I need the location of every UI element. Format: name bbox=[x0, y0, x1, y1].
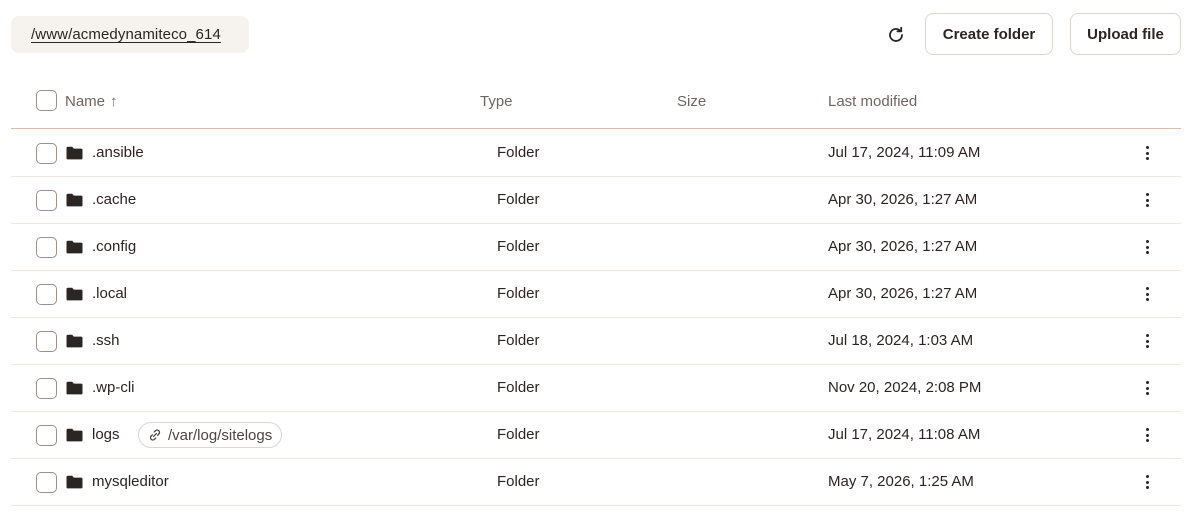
row-checkbox[interactable] bbox=[36, 331, 57, 352]
folder-icon bbox=[66, 334, 83, 348]
folder-icon bbox=[66, 240, 83, 254]
folder-icon bbox=[66, 475, 83, 489]
file-modified: Jul 17, 2024, 11:08 AM bbox=[828, 426, 981, 443]
column-header-last-modified: Last modified bbox=[828, 93, 918, 110]
row-menu-button[interactable] bbox=[1137, 282, 1157, 306]
row-checkbox[interactable] bbox=[36, 284, 57, 305]
column-header-type: Type bbox=[480, 93, 513, 110]
table-row[interactable]: logs /var/log/sitelogs Folder Jul 17, 20… bbox=[11, 412, 1181, 459]
breadcrumb-path-link[interactable]: /www/acmedynamiteco_614 bbox=[31, 26, 221, 43]
table-row[interactable]: .config Folder Apr 30, 2026, 1:27 AM bbox=[11, 224, 1181, 271]
file-name[interactable]: mysqleditor bbox=[92, 473, 169, 490]
more-vertical-icon bbox=[1145, 287, 1149, 290]
file-type: Folder bbox=[497, 238, 540, 255]
table-row[interactable]: mysqleditor Folder May 7, 2026, 1:25 AM bbox=[11, 459, 1181, 506]
file-modified: Apr 30, 2026, 1:27 AM bbox=[828, 238, 978, 255]
row-menu-button[interactable] bbox=[1137, 470, 1157, 494]
refresh-icon bbox=[889, 26, 903, 42]
row-checkbox[interactable] bbox=[36, 472, 57, 493]
file-type: Folder bbox=[497, 379, 540, 396]
more-vertical-icon bbox=[1145, 381, 1149, 384]
link-icon bbox=[149, 429, 161, 441]
file-type: Folder bbox=[497, 144, 540, 161]
breadcrumb: /www/acmedynamiteco_614 bbox=[11, 16, 249, 53]
row-checkbox[interactable] bbox=[36, 237, 57, 258]
table-row[interactable]: .ssh Folder Jul 18, 2024, 1:03 AM bbox=[11, 318, 1181, 365]
sort-arrow-up-icon: ↑ bbox=[110, 93, 118, 110]
file-modified: May 7, 2026, 1:25 AM bbox=[828, 473, 974, 490]
file-type: Folder bbox=[497, 191, 540, 208]
symlink-badge[interactable]: /var/log/sitelogs bbox=[138, 422, 283, 448]
row-menu-button[interactable] bbox=[1137, 188, 1157, 212]
row-checkbox[interactable] bbox=[36, 143, 57, 164]
column-header-name-label: Name bbox=[65, 93, 106, 110]
file-name[interactable]: .wp-cli bbox=[92, 379, 135, 396]
file-name[interactable]: .ssh bbox=[92, 332, 120, 349]
row-checkbox[interactable] bbox=[36, 425, 57, 446]
table-row[interactable]: .local Folder Apr 30, 2026, 1:27 AM bbox=[11, 271, 1181, 318]
symlink-target: /var/log/sitelogs bbox=[168, 426, 273, 444]
file-modified: Apr 30, 2026, 1:27 AM bbox=[828, 191, 978, 208]
file-modified: Jul 17, 2024, 11:09 AM bbox=[828, 144, 981, 161]
more-vertical-icon bbox=[1145, 193, 1149, 196]
folder-icon bbox=[66, 381, 83, 395]
row-menu-button[interactable] bbox=[1137, 235, 1157, 259]
more-vertical-icon bbox=[1145, 334, 1149, 337]
folder-icon bbox=[66, 428, 83, 442]
file-name[interactable]: .cache bbox=[92, 191, 136, 208]
folder-icon bbox=[66, 146, 83, 160]
upload-file-button[interactable]: Upload file bbox=[1070, 13, 1181, 55]
file-type: Folder bbox=[497, 473, 540, 490]
more-vertical-icon bbox=[1145, 475, 1149, 478]
file-modified: Apr 30, 2026, 1:27 AM bbox=[828, 285, 978, 302]
column-header-size: Size bbox=[677, 93, 707, 110]
more-vertical-icon bbox=[1145, 428, 1149, 431]
file-modified: Nov 20, 2024, 2:08 PM bbox=[828, 379, 982, 396]
file-list: .ansible Folder Jul 17, 2024, 11:09 AM .… bbox=[11, 130, 1181, 506]
select-all-checkbox[interactable] bbox=[36, 90, 57, 111]
file-name[interactable]: logs bbox=[92, 426, 120, 443]
row-menu-button[interactable] bbox=[1137, 141, 1157, 165]
more-vertical-icon bbox=[1145, 146, 1149, 149]
file-name[interactable]: .ansible bbox=[92, 144, 144, 161]
row-checkbox[interactable] bbox=[36, 190, 57, 211]
file-modified: Jul 18, 2024, 1:03 AM bbox=[828, 332, 974, 349]
file-name[interactable]: .config bbox=[92, 238, 136, 255]
file-type: Folder bbox=[497, 332, 540, 349]
file-name[interactable]: .local bbox=[92, 285, 127, 302]
folder-icon bbox=[66, 287, 83, 301]
table-header: Name ↑ Type Size Last modified bbox=[11, 76, 1181, 129]
file-type: Folder bbox=[497, 426, 540, 443]
refresh-button[interactable] bbox=[880, 20, 912, 50]
table-row[interactable]: .wp-cli Folder Nov 20, 2024, 2:08 PM bbox=[11, 365, 1181, 412]
file-type: Folder bbox=[497, 285, 540, 302]
row-menu-button[interactable] bbox=[1137, 329, 1157, 353]
row-menu-button[interactable] bbox=[1137, 423, 1157, 447]
column-header-name[interactable]: Name ↑ bbox=[65, 93, 118, 110]
table-row[interactable]: .cache Folder Apr 30, 2026, 1:27 AM bbox=[11, 177, 1181, 224]
folder-icon bbox=[66, 193, 83, 207]
more-vertical-icon bbox=[1145, 240, 1149, 243]
table-row[interactable]: .ansible Folder Jul 17, 2024, 11:09 AM bbox=[11, 130, 1181, 177]
row-checkbox[interactable] bbox=[36, 378, 57, 399]
row-menu-button[interactable] bbox=[1137, 376, 1157, 400]
create-folder-button[interactable]: Create folder bbox=[925, 13, 1053, 55]
